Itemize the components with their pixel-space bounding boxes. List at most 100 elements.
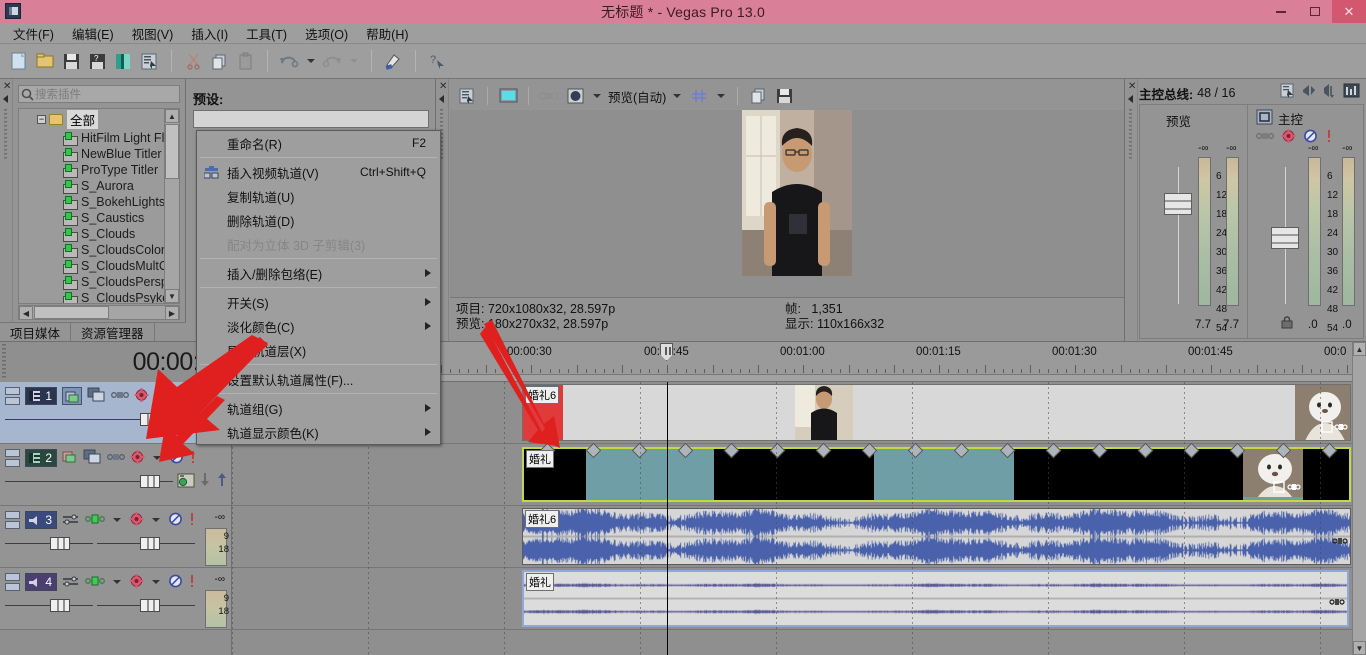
track-phase-icon[interactable] [85, 513, 105, 528]
close-button[interactable]: ✕ [1332, 0, 1366, 23]
list-item[interactable]: S_CloudsMultCo [19, 258, 179, 274]
preview-fader-handle[interactable] [1164, 193, 1192, 215]
playhead-cursor[interactable] [667, 382, 668, 655]
track-fx-gear-icon[interactable] [134, 387, 149, 405]
search-input[interactable]: 搜索插件 [18, 85, 180, 103]
track-solo-icon[interactable] [189, 450, 197, 467]
track-fx-gear-icon[interactable] [129, 511, 144, 529]
clip-video-2[interactable]: 婚礼 [522, 442, 1351, 502]
track-context-menu[interactable]: 重命名(R) F2 插入视频轨道(V) Ctrl+Shift+Q 复制轨道(U)… [196, 130, 441, 445]
ctx-insert-video-track[interactable]: 插入视频轨道(V) Ctrl+Shift+Q [197, 160, 440, 184]
ctx-switches[interactable]: 开关(S) [197, 290, 440, 314]
new-project-icon[interactable] [8, 50, 31, 72]
menu-edit[interactable]: 编辑(E) [63, 22, 123, 45]
drag-handle[interactable] [1129, 109, 1132, 159]
menu-tools[interactable]: 工具(T) [237, 22, 296, 45]
solo-icon[interactable] [1325, 129, 1333, 146]
bus-properties-icon[interactable] [1280, 83, 1296, 101]
list-item[interactable]: S_CloudsPerspe [19, 274, 179, 290]
list-item[interactable]: S_BokehLights [19, 194, 179, 210]
tree-root-row[interactable]: − 全部 [19, 109, 179, 130]
panel-grip[interactable]: ✕ [0, 79, 13, 341]
track-compositing-icon[interactable] [111, 389, 129, 404]
track-phase-icon[interactable] [85, 575, 105, 590]
ctx-expand-track-layers[interactable]: 展开轨道层(X) [197, 338, 440, 362]
clip-audio-3[interactable]: 婚礼6 [522, 508, 1351, 565]
enable-snapping-icon[interactable] [382, 50, 405, 72]
event-fx-icon[interactable] [1332, 535, 1348, 550]
menu-options[interactable]: 选项(O) [296, 22, 357, 45]
grid-dropdown-icon[interactable] [717, 94, 726, 98]
ctx-track-group[interactable]: 轨道组(G) [197, 396, 440, 420]
track-mute-icon[interactable] [173, 388, 188, 405]
timeline-vertical-scrollbar[interactable]: ▲ ▼ [1352, 342, 1366, 655]
track-number-1[interactable]: 1 [25, 387, 57, 405]
project-properties-icon[interactable]: ? [86, 50, 109, 72]
external-monitor-icon[interactable] [497, 86, 519, 107]
track-solo-icon[interactable] [188, 574, 196, 591]
track-number-3[interactable]: 3 [25, 511, 57, 529]
event-fx-icon[interactable] [1287, 481, 1301, 496]
save-snapshot-icon[interactable] [773, 86, 795, 107]
ctx-set-default-track-properties[interactable]: 设置默认轨道属性(F)... [197, 367, 440, 391]
track-pan-slider-3[interactable] [5, 537, 93, 550]
track-compositing-icon[interactable] [107, 451, 125, 466]
tab-project-media[interactable]: 项目媒体 [0, 323, 72, 342]
track-minimize-maximize-icon[interactable] [5, 511, 20, 529]
tree-horizontal-scrollbar[interactable]: ◀ ▶ [18, 305, 180, 320]
scroll-up-icon[interactable]: ▲ [1353, 342, 1366, 356]
scroll-left-icon[interactable]: ◀ [19, 306, 33, 320]
track-solo-icon[interactable] [188, 512, 196, 529]
preset-combo[interactable] [193, 110, 429, 128]
bus-fx-icon[interactable] [1281, 129, 1296, 146]
track-mute-icon[interactable] [169, 450, 184, 467]
lock-icon[interactable] [1281, 316, 1293, 332]
track-minimize-maximize-icon[interactable] [5, 387, 20, 405]
cut-icon[interactable] [182, 50, 205, 72]
list-item[interactable]: NewBlue Titler P [19, 146, 179, 162]
overlays-dropdown-icon[interactable] [593, 94, 601, 98]
close-icon[interactable]: ✕ [1128, 82, 1136, 92]
ctx-track-display-color[interactable]: 轨道显示颜色(K) [197, 420, 440, 444]
tab-explorer[interactable]: 资源管理器 [71, 323, 155, 342]
track-header-4[interactable]: 4 -∞ 9 18 [0, 568, 231, 630]
show-meters-icon[interactable] [1343, 83, 1360, 101]
undo-dropdown-icon[interactable] [307, 59, 315, 63]
track-number-2[interactable]: 2 [25, 449, 57, 467]
track-minimize-maximize-icon[interactable] [5, 449, 20, 467]
paste-icon[interactable] [234, 50, 257, 72]
event-pan-crop-icon[interactable] [1273, 481, 1285, 496]
track-level-slider-1[interactable] [5, 413, 207, 426]
ctx-fade-color[interactable]: 淡化颜色(C) [197, 314, 440, 338]
track-child-icon[interactable] [199, 472, 212, 490]
event-fx-icon[interactable] [1334, 421, 1348, 436]
ctx-duplicate-track[interactable]: 复制轨道(U) [197, 184, 440, 208]
maximize-button[interactable] [1298, 0, 1332, 23]
track-header-3[interactable]: 3 -∞ 9 18 [0, 506, 231, 568]
drag-handle[interactable] [2, 344, 6, 380]
list-item[interactable]: S_CloudsColorS [19, 242, 179, 258]
track-pan-slider-4[interactable] [5, 599, 93, 612]
tree-vertical-scrollbar[interactable]: ▲ ▼ [164, 109, 179, 303]
menu-view[interactable]: 视图(V) [123, 22, 183, 45]
track-fx-dropdown-icon[interactable] [153, 456, 161, 460]
collapse-icon[interactable] [1128, 95, 1133, 103]
collapse-icon[interactable] [439, 95, 444, 103]
scroll-down-icon[interactable]: ▼ [165, 289, 179, 303]
scroll-up-icon[interactable]: ▲ [165, 109, 179, 123]
scrollbar-thumb[interactable] [34, 306, 109, 319]
track-volume-slider-4[interactable] [97, 599, 195, 612]
close-icon[interactable]: ✕ [3, 82, 11, 92]
list-item[interactable]: HitFilm Light Fla [19, 130, 179, 146]
menu-insert[interactable]: 插入(I) [182, 22, 237, 45]
timeline-track-3[interactable]: 婚礼6 [232, 506, 1366, 568]
minimize-button[interactable] [1264, 0, 1298, 23]
track-fx-dropdown-icon[interactable] [152, 518, 160, 522]
menu-file[interactable]: 文件(F) [4, 22, 63, 45]
list-item[interactable]: S_Clouds [19, 226, 179, 242]
track-audio-fx-icon[interactable] [62, 513, 80, 528]
list-item[interactable]: S_CloudsPsyko [19, 290, 179, 303]
list-item[interactable]: S_Caustics [19, 210, 179, 226]
preview-fader-track[interactable] [1178, 167, 1179, 304]
track-level-slider-2[interactable] [5, 475, 173, 488]
